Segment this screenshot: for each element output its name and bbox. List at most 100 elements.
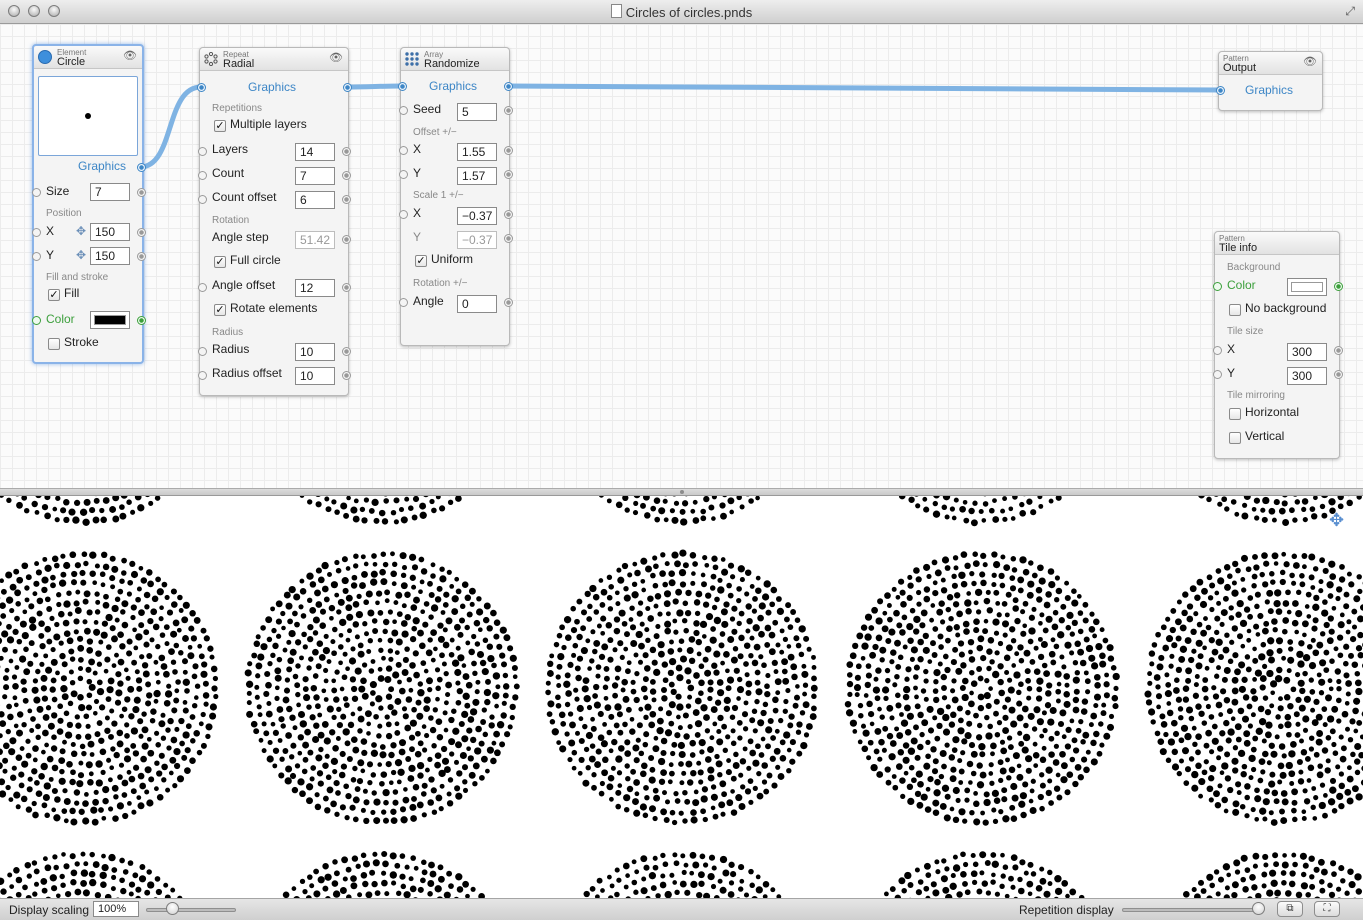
radius-field[interactable]: 10 <box>295 343 335 361</box>
angle-step-output-port[interactable] <box>342 235 351 244</box>
eye-icon[interactable]: 👁 <box>123 49 137 62</box>
seed-input-port[interactable] <box>399 106 408 115</box>
pattern-canvas[interactable] <box>0 496 1363 898</box>
graphics-input-port[interactable] <box>1216 86 1225 95</box>
circle-node[interactable]: Element Circle 👁 Graphics Size 7 Positio… <box>32 44 146 364</box>
circle-node-header[interactable]: Element Circle 👁 <box>34 46 142 69</box>
radius-output-port[interactable] <box>342 347 351 356</box>
move-icon[interactable]: ✥ <box>76 248 86 262</box>
radius-offset-output-port[interactable] <box>342 371 351 380</box>
scale-x-input-port[interactable] <box>399 210 408 219</box>
tile-info-node-header[interactable]: Pattern Tile info <box>1215 232 1339 255</box>
pattern-dot <box>779 649 785 655</box>
move-icon[interactable]: ✥ <box>1329 511 1344 529</box>
count-offset-input-port[interactable] <box>198 195 207 204</box>
color-well[interactable] <box>90 311 130 329</box>
color-well[interactable] <box>1287 278 1327 296</box>
graphics-output-port[interactable] <box>343 83 352 92</box>
move-icon[interactable]: ✥ <box>76 224 86 238</box>
tile-x-field[interactable]: 300 <box>1287 343 1327 361</box>
offset-y-field[interactable]: 1.57 <box>457 167 497 185</box>
color-input-port[interactable] <box>1213 282 1222 291</box>
x-field[interactable]: 150 <box>90 223 130 241</box>
y-output-port[interactable] <box>137 252 146 261</box>
divider-handle[interactable] <box>680 490 684 494</box>
count-offset-output-port[interactable] <box>342 195 351 204</box>
tile-y-output-port[interactable] <box>1334 370 1343 379</box>
graphics-input-port[interactable] <box>197 83 206 92</box>
color-output-port[interactable] <box>137 316 146 325</box>
scale-x-output-port[interactable] <box>504 210 513 219</box>
split-view-divider[interactable] <box>0 488 1363 496</box>
count-input-port[interactable] <box>198 171 207 180</box>
size-input-port[interactable] <box>32 188 41 197</box>
y-field[interactable]: 150 <box>90 247 130 265</box>
display-scaling-slider[interactable] <box>146 908 236 912</box>
output-node-header[interactable]: Pattern Output 👁 <box>1219 52 1322 75</box>
no-background-checkbox[interactable] <box>1229 304 1241 316</box>
eye-icon[interactable]: 👁 <box>329 51 343 64</box>
offset-x-output-port[interactable] <box>504 146 513 155</box>
vertical-checkbox[interactable] <box>1229 432 1241 444</box>
multiple-layers-checkbox[interactable]: ✓ <box>214 120 226 132</box>
eye-icon[interactable]: 👁 <box>1303 55 1317 68</box>
display-scaling-field[interactable]: 100% <box>93 901 139 917</box>
tile-x-output-port[interactable] <box>1334 346 1343 355</box>
tile-info-node[interactable]: Pattern Tile info Background Color No ba… <box>1213 231 1343 459</box>
offset-y-output-port[interactable] <box>504 170 513 179</box>
stroke-checkbox[interactable] <box>48 338 60 350</box>
offset-y-input-port[interactable] <box>399 170 408 179</box>
color-input-port[interactable] <box>32 316 41 325</box>
output-node[interactable]: Pattern Output 👁 Graphics <box>1216 51 1323 111</box>
size-output-port[interactable] <box>137 188 146 197</box>
layers-output-port[interactable] <box>342 147 351 156</box>
randomize-node-header[interactable]: Array Randomize <box>401 48 509 71</box>
node-editor[interactable]: Element Circle 👁 Graphics Size 7 Positio… <box>0 24 1363 488</box>
scale-y-output-port[interactable] <box>504 234 513 243</box>
radius-input-port[interactable] <box>198 347 207 356</box>
radial-node-header[interactable]: Repeat Radial 👁 <box>200 48 348 71</box>
tile-x-input-port[interactable] <box>1213 346 1222 355</box>
full-circle-checkbox[interactable]: ✓ <box>214 256 226 268</box>
uniform-checkbox[interactable]: ✓ <box>415 255 427 267</box>
angle-input-port[interactable] <box>399 298 408 307</box>
x-input-port[interactable] <box>32 228 41 237</box>
fullscreen-icon[interactable]: ⤢ <box>1345 4 1355 19</box>
radius-offset-input-port[interactable] <box>198 371 207 380</box>
graphics-output-port[interactable] <box>137 163 146 172</box>
radial-node[interactable]: Repeat Radial 👁 Graphics Repetitions ✓ M… <box>197 47 352 396</box>
y-input-port[interactable] <box>32 252 41 261</box>
offset-x-input-port[interactable] <box>399 146 408 155</box>
graphics-output-port[interactable] <box>504 82 513 91</box>
layers-field[interactable]: 14 <box>295 143 335 161</box>
display-scaling-slider-knob[interactable] <box>166 902 179 915</box>
layers-input-port[interactable] <box>198 147 207 156</box>
window-mode-button[interactable]: ⧉ <box>1277 901 1303 917</box>
tile-y-field[interactable]: 300 <box>1287 367 1327 385</box>
angle-field[interactable]: 0 <box>457 295 497 313</box>
angle-offset-field[interactable]: 12 <box>295 279 335 297</box>
angle-output-port[interactable] <box>504 298 513 307</box>
count-field[interactable]: 7 <box>295 167 335 185</box>
fullscreen-button[interactable]: ⛶ <box>1314 901 1340 917</box>
angle-offset-output-port[interactable] <box>342 283 351 292</box>
rotate-elements-checkbox[interactable]: ✓ <box>214 304 226 316</box>
radius-offset-field[interactable]: 10 <box>295 367 335 385</box>
color-output-port[interactable] <box>1334 282 1343 291</box>
count-offset-field[interactable]: 6 <box>295 191 335 209</box>
seed-field[interactable]: 5 <box>457 103 497 121</box>
horizontal-checkbox[interactable] <box>1229 408 1241 420</box>
scale-x-field[interactable]: −0.37 <box>457 207 497 225</box>
seed-output-port[interactable] <box>504 106 513 115</box>
count-output-port[interactable] <box>342 171 351 180</box>
x-output-port[interactable] <box>137 228 146 237</box>
randomize-node[interactable]: Array Randomize Graphics Seed 5 Offset +… <box>398 47 513 346</box>
graphics-input-port[interactable] <box>398 82 407 91</box>
tile-y-input-port[interactable] <box>1213 370 1222 379</box>
fill-checkbox[interactable]: ✓ <box>48 289 60 301</box>
size-field[interactable]: 7 <box>90 183 130 201</box>
repetition-display-slider[interactable] <box>1122 908 1262 912</box>
offset-x-field[interactable]: 1.55 <box>457 143 497 161</box>
repetition-display-slider-knob[interactable] <box>1252 902 1265 915</box>
angle-offset-input-port[interactable] <box>198 283 207 292</box>
